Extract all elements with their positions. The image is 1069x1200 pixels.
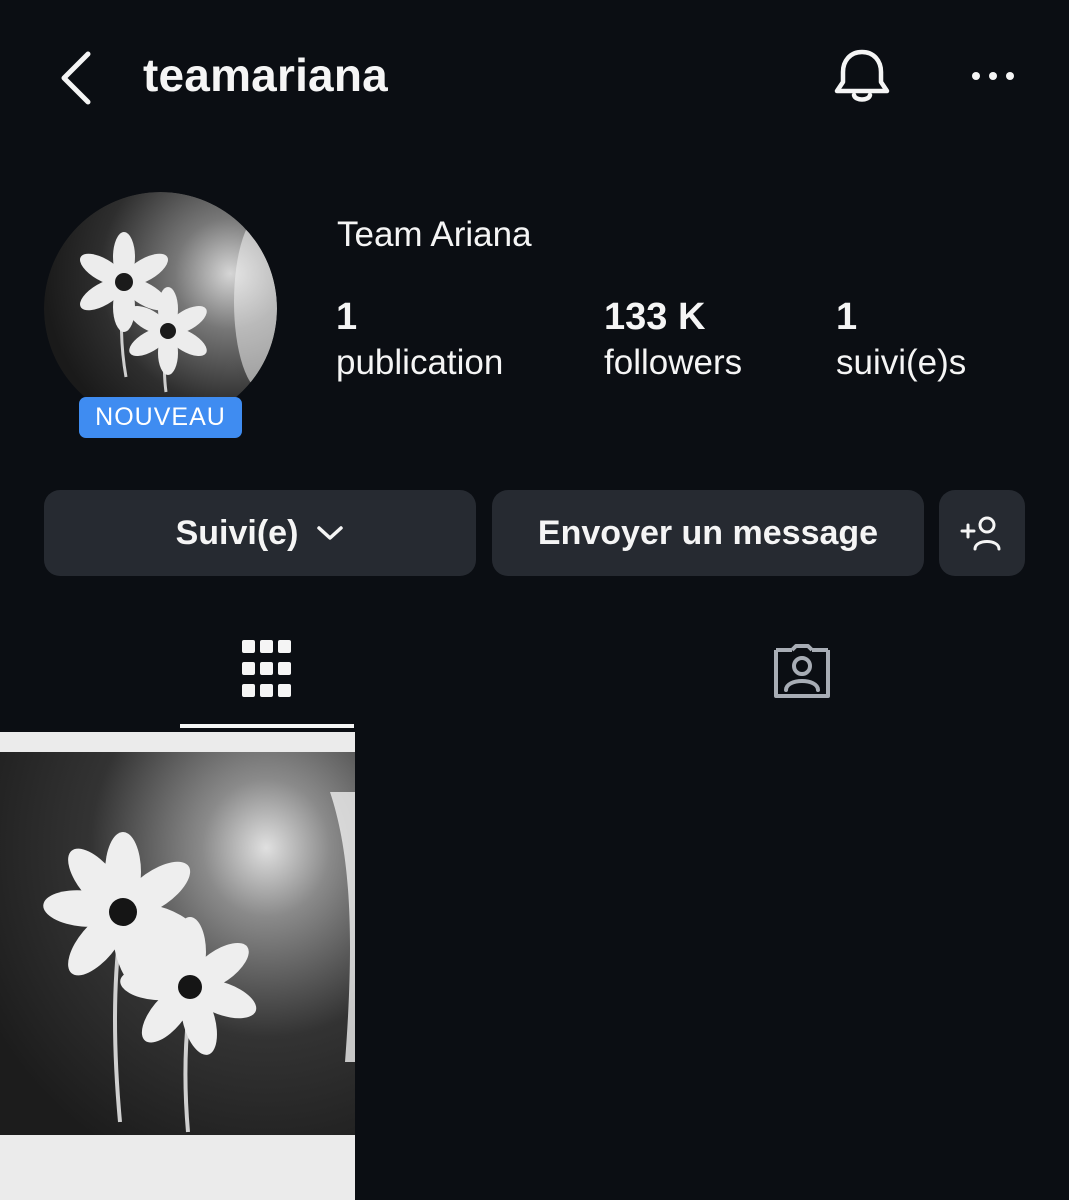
grid-icon xyxy=(242,640,291,697)
stat-followers[interactable]: 133 K followers xyxy=(604,295,742,387)
following-button[interactable]: Suivi(e) xyxy=(44,490,476,576)
bell-icon xyxy=(834,49,890,102)
suggest-people-button[interactable] xyxy=(939,490,1025,576)
active-tab-indicator xyxy=(180,724,354,728)
post-thumbnail[interactable] xyxy=(0,732,355,1200)
tab-posts-grid[interactable] xyxy=(180,610,354,730)
profile-avatar[interactable] xyxy=(44,192,277,425)
top-bar: teamariana xyxy=(0,0,1069,150)
send-message-label: Envoyer un message xyxy=(537,513,879,552)
post-image xyxy=(0,732,355,1200)
add-user-icon xyxy=(960,516,1001,551)
following-button-label: Suivi(e) xyxy=(175,513,299,552)
avatar-image xyxy=(44,192,277,425)
display-name: Team Ariana xyxy=(337,215,532,254)
stat-following[interactable]: 1 suivi(e)s xyxy=(836,295,966,387)
profile-screen: teamariana NOUVEAU Team Ariana 1 publica… xyxy=(0,0,1069,1200)
tagged-user-icon xyxy=(774,644,830,698)
profile-username: teamariana xyxy=(143,49,388,101)
more-options-button[interactable] xyxy=(966,58,1020,94)
followers-label: followers xyxy=(604,343,743,382)
following-label: suivi(e)s xyxy=(836,343,967,382)
new-badge: NOUVEAU xyxy=(79,397,242,438)
more-horizontal-icon xyxy=(972,72,1014,80)
followers-count: 133 K xyxy=(604,296,706,338)
posts-label: publication xyxy=(336,343,504,382)
chevron-left-icon xyxy=(61,51,91,105)
notifications-button[interactable] xyxy=(830,44,894,108)
chevron-down-icon xyxy=(317,526,344,540)
posts-count: 1 xyxy=(336,296,358,338)
stat-posts[interactable]: 1 publication xyxy=(336,295,503,387)
tab-tagged[interactable] xyxy=(715,610,889,730)
send-message-button[interactable]: Envoyer un message xyxy=(492,490,924,576)
following-count: 1 xyxy=(836,296,858,338)
back-button[interactable] xyxy=(52,48,100,108)
